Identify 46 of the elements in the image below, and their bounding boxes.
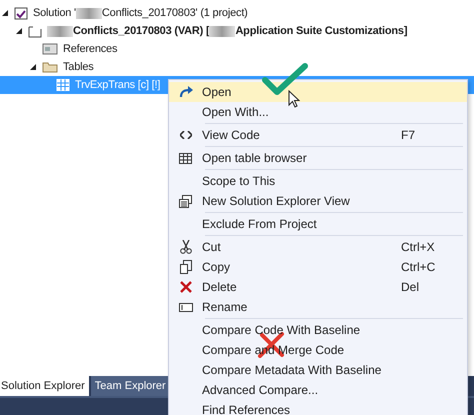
shortcut-label: Del — [401, 280, 420, 294]
menu-item[interactable]: Cut Ctrl+X — [169, 237, 467, 257]
menu-item[interactable]: View Code F7 — [169, 125, 467, 145]
menu-item[interactable]: Compare Code With Baseline — [169, 320, 467, 340]
expanded-arrow-icon[interactable] — [2, 10, 8, 16]
folder-icon — [42, 60, 58, 74]
window-icon — [179, 194, 192, 208]
tree-item-label: References — [63, 43, 118, 55]
menu-item[interactable]: New Solution Explorer View — [169, 191, 467, 211]
menu-item[interactable]: Compare Metadata With Baseline — [169, 360, 467, 380]
menu-item[interactable]: Exclude From Project — [169, 214, 467, 234]
menu-item[interactable]: Find References — [169, 400, 467, 415]
mouse-pointer-icon — [288, 90, 300, 108]
tree-item-label: TrvExpTrans [c] [!] — [75, 79, 160, 91]
shortcut-label: Ctrl+C — [401, 260, 436, 274]
redaction-mark — [209, 26, 236, 36]
redaction-mark — [47, 26, 73, 36]
tree-item-label: Conflicts_20170803 (VAR) [ — [73, 25, 210, 37]
tree-item-label: Application Suite Customizations] — [235, 25, 408, 37]
references-icon — [42, 42, 58, 56]
delete-icon — [180, 281, 192, 293]
expanded-arrow-icon[interactable] — [16, 28, 22, 34]
redo-arrow-icon — [178, 86, 192, 98]
panel-tab[interactable]: Solution Explorer — [0, 376, 89, 396]
table-icon — [179, 152, 192, 164]
scissors-icon — [180, 240, 192, 254]
shortcut-label: F7 — [401, 128, 416, 142]
menu-item[interactable]: Scope to This — [169, 171, 467, 191]
rename-icon — [178, 302, 192, 312]
tree-item-label: Conflicts_20170803' (1 project) — [102, 7, 248, 19]
panel-tab[interactable]: Team Explorer — [90, 376, 170, 396]
tree-item-label: Tables — [63, 61, 94, 73]
tree-item-label: Solution ' — [33, 7, 76, 19]
menu-item[interactable]: Advanced Compare... — [169, 380, 467, 400]
copy-icon — [180, 260, 192, 274]
menu-item[interactable]: Rename — [169, 297, 467, 317]
menu-item[interactable]: Open table browser — [169, 148, 467, 168]
checkmark-icon — [262, 62, 308, 96]
expanded-arrow-icon[interactable] — [30, 64, 36, 70]
menu-item[interactable]: Delete Del — [169, 277, 467, 297]
shortcut-label: Ctrl+X — [401, 240, 436, 254]
code-icon — [180, 131, 192, 139]
menu-item[interactable]: Open With... — [169, 102, 467, 122]
redaction-mark — [76, 8, 102, 18]
menu-item[interactable]: Open — [169, 82, 467, 102]
menu-item[interactable]: Copy Ctrl+C — [169, 257, 467, 277]
